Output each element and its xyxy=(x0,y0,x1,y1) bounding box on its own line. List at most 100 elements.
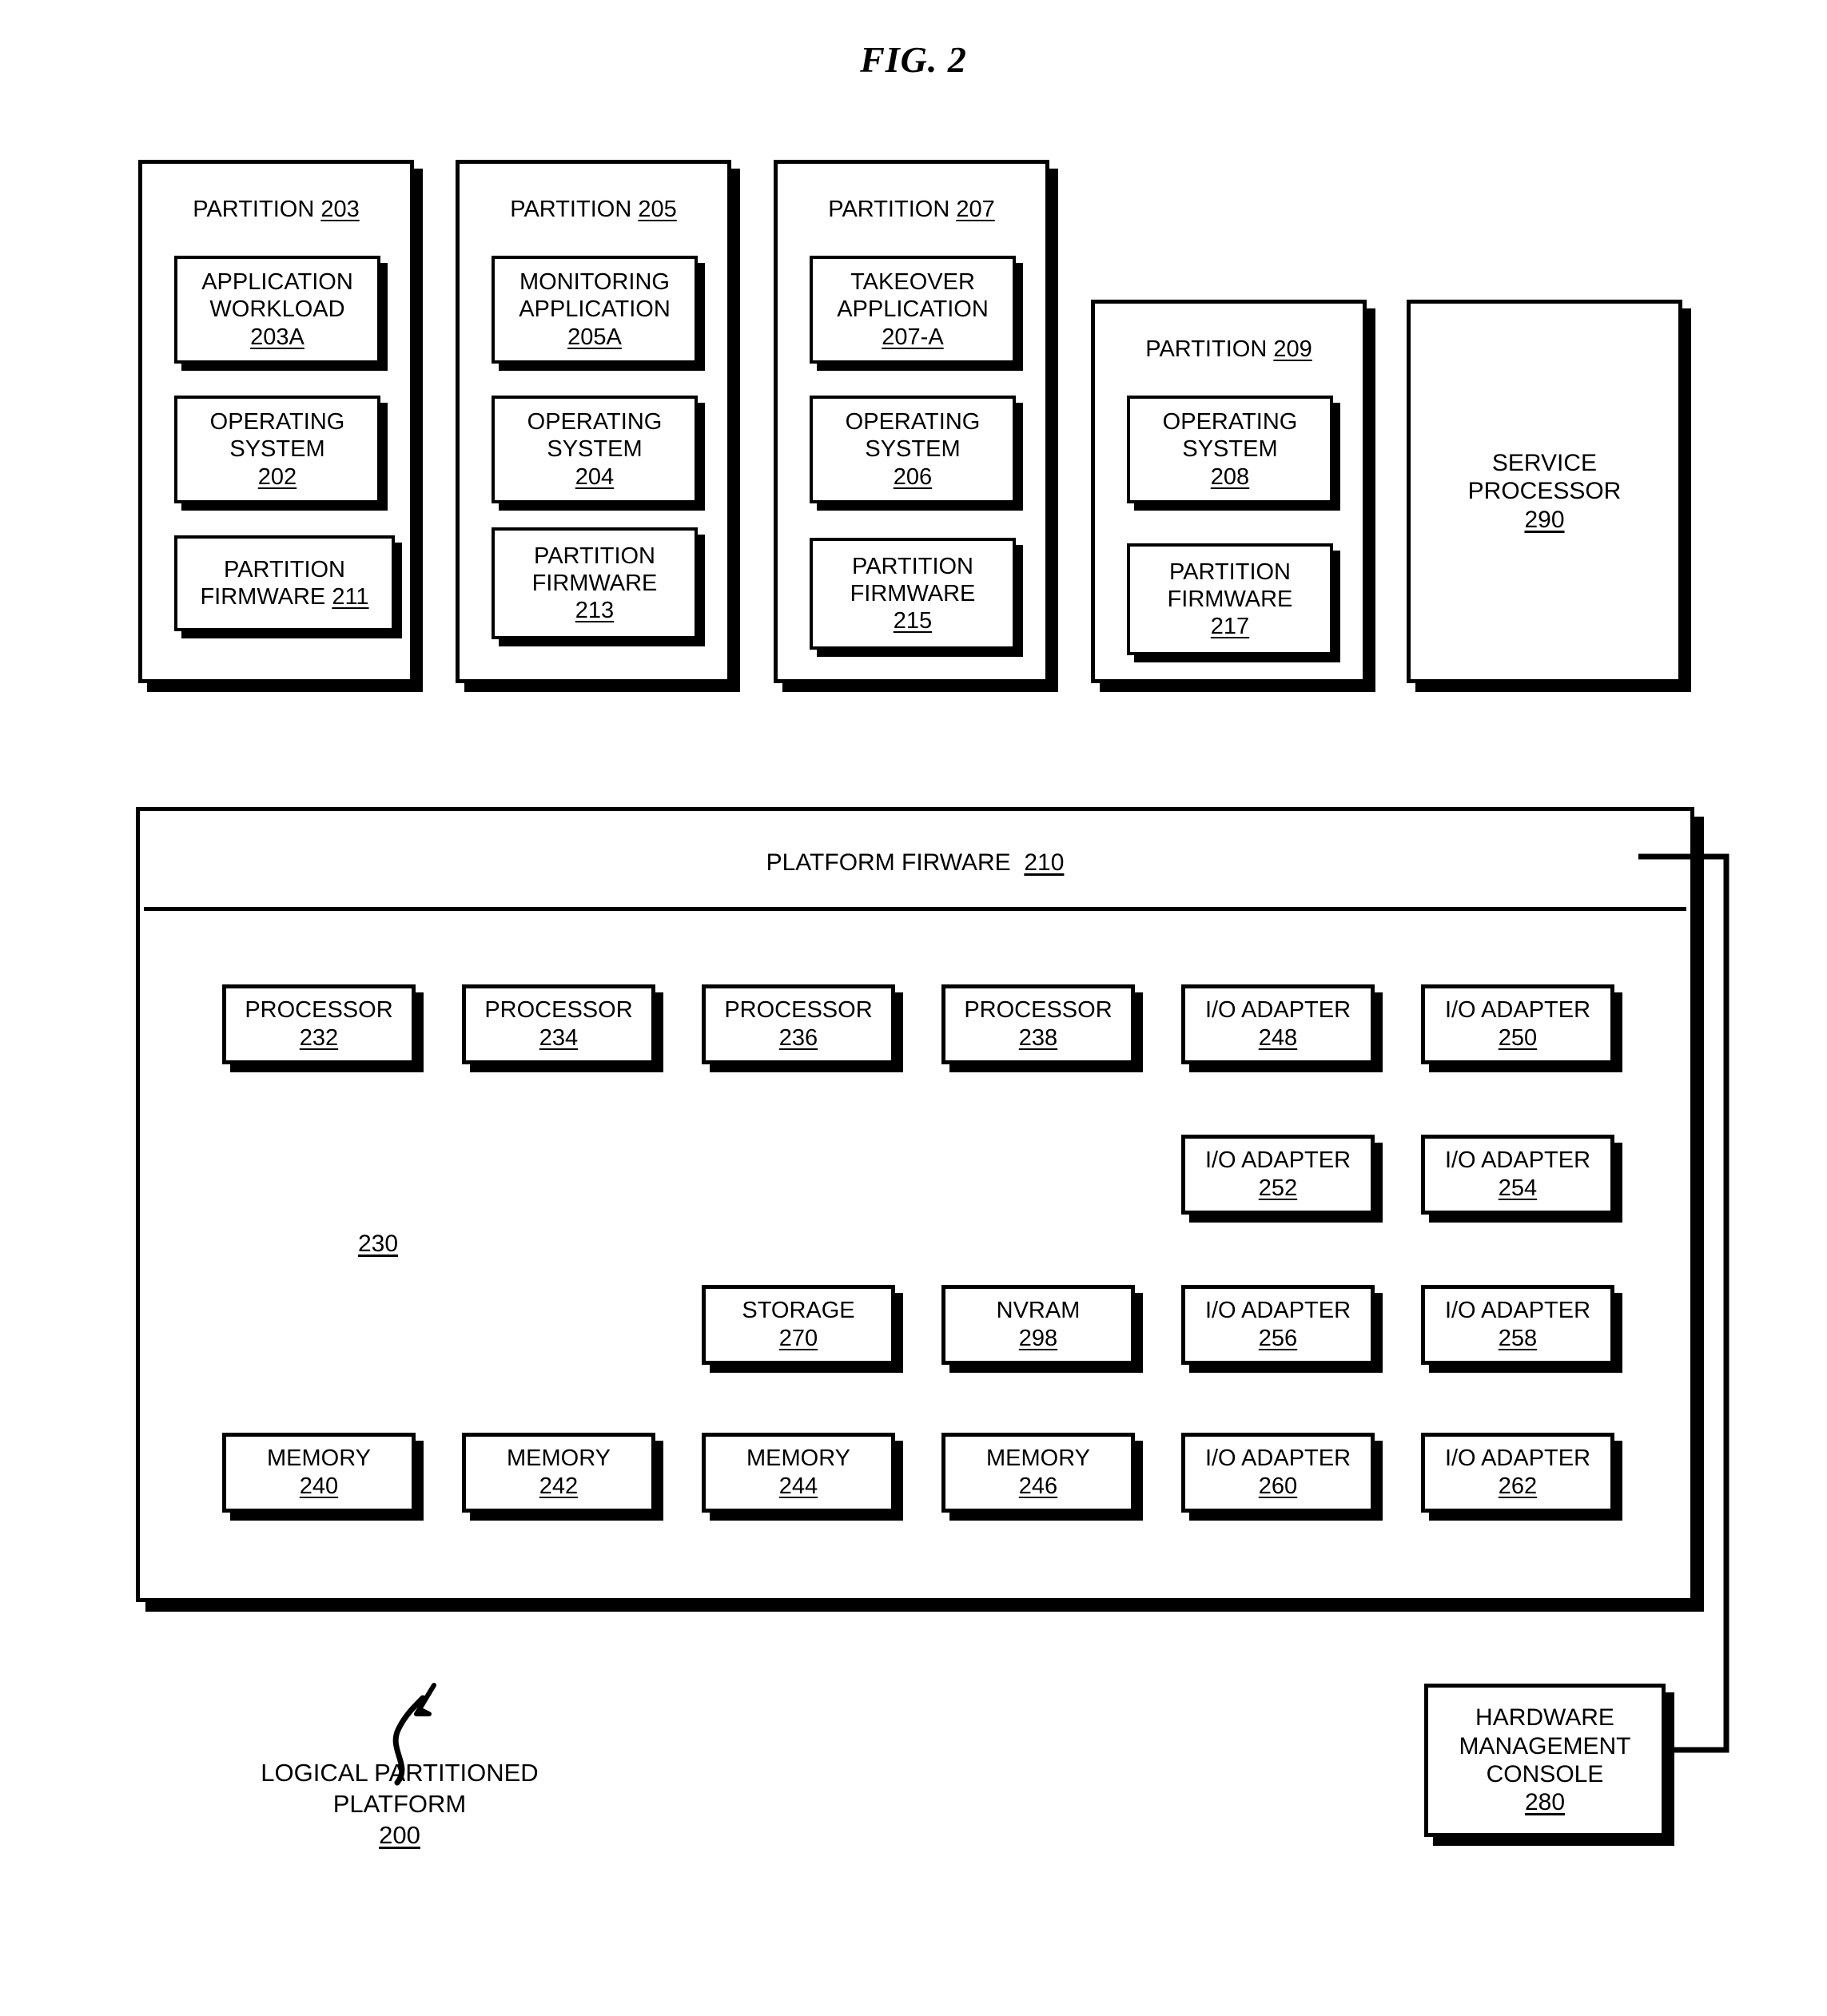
component-ref: 202 xyxy=(257,463,297,490)
partition-209-title-label: PARTITION xyxy=(1145,336,1268,362)
hardware-ref: 236 xyxy=(778,1025,818,1051)
component-line: APPLICATION xyxy=(201,269,353,296)
partition-207-title-ref: 207 xyxy=(956,197,995,222)
hardware-io-adapter-258: I/O ADAPTER 258 xyxy=(1421,1285,1614,1365)
hardware-label: I/O ADAPTER xyxy=(1204,1147,1351,1174)
component-line: WORKLOAD xyxy=(209,296,345,323)
hardware-label: I/O ADAPTER xyxy=(1204,1298,1351,1324)
hardware-label: MEMORY xyxy=(746,1445,850,1472)
hardware-memory-244: MEMORY 244 xyxy=(702,1433,895,1513)
hardware-pool-ref-230: 230 xyxy=(358,1231,399,1257)
hardware-label: MEMORY xyxy=(986,1445,1090,1472)
hmc-line: MANAGEMENT xyxy=(1459,1732,1631,1760)
hardware-memory-246: MEMORY 246 xyxy=(941,1433,1135,1513)
partition-209-title: PARTITION 209 xyxy=(1095,336,1363,363)
caption-ref: 200 xyxy=(379,1820,420,1849)
service-processor-line: SERVICE xyxy=(1491,449,1598,476)
component-line: APPLICATION xyxy=(837,296,989,323)
component-operating-system-204: OPERATING SYSTEM 204 xyxy=(492,396,698,503)
hardware-io-adapter-254: I/O ADAPTER 254 xyxy=(1421,1135,1614,1215)
hardware-label: MEMORY xyxy=(267,1445,371,1472)
partition-203-title-ref: 203 xyxy=(320,197,360,222)
component-line: TAKEOVER xyxy=(850,269,975,296)
hardware-ref: 234 xyxy=(539,1025,579,1051)
component-partition-firmware-215: PARTITION FIRMWARE 215 xyxy=(810,538,1016,650)
hardware-label: PROCESSOR xyxy=(724,997,873,1024)
component-partition-firmware-217: PARTITION FIRMWARE 217 xyxy=(1127,543,1333,655)
component-ref: 211 xyxy=(332,584,369,610)
partition-207-title: PARTITION 207 xyxy=(778,196,1045,223)
component-line: SYSTEM xyxy=(865,436,961,463)
hardware-ref: 254 xyxy=(1498,1175,1538,1201)
figure-title: FIG. 2 xyxy=(860,39,967,80)
caption-line: PLATFORM xyxy=(332,1789,467,1818)
partition-205-title: PARTITION 205 xyxy=(460,196,727,223)
component-line-with-ref: FIRMWARE 211 xyxy=(200,583,368,610)
hardware-processor-234: PROCESSOR 234 xyxy=(462,984,655,1064)
hardware-ref: 250 xyxy=(1498,1025,1538,1051)
partition-207-title-label: PARTITION xyxy=(828,197,950,222)
hardware-processor-232: PROCESSOR 232 xyxy=(222,984,416,1064)
hardware-processor-238: PROCESSOR 238 xyxy=(941,984,1135,1064)
component-line: PARTITION xyxy=(224,556,345,583)
platform-firmware-title-label: PLATFORM FIRWARE xyxy=(766,849,1011,876)
component-line: PARTITION xyxy=(852,553,973,579)
hardware-storage-270: STORAGE 270 xyxy=(702,1285,895,1365)
partition-205-title-label: PARTITION xyxy=(510,197,632,222)
component-line: PARTITION xyxy=(1169,559,1291,585)
hardware-label: I/O ADAPTER xyxy=(1444,1298,1591,1324)
hardware-label: PROCESSOR xyxy=(484,997,633,1024)
hardware-label: I/O ADAPTER xyxy=(1444,1445,1591,1472)
hardware-label: I/O ADAPTER xyxy=(1204,1445,1351,1472)
component-line: FIRMWARE xyxy=(850,580,976,606)
partition-209: PARTITION 209 OPERATING SYSTEM 208 PARTI… xyxy=(1091,300,1367,683)
hardware-ref: 248 xyxy=(1258,1025,1298,1051)
component-line: SYSTEM xyxy=(229,436,325,463)
hardware-ref: 252 xyxy=(1258,1175,1298,1201)
component-ref: 215 xyxy=(893,608,933,634)
partition-203: PARTITION 203 APPLICATION WORKLOAD 203A … xyxy=(138,160,414,683)
component-partition-firmware-211: PARTITION FIRMWARE 211 xyxy=(174,535,395,631)
component-line: OPERATING xyxy=(1162,409,1298,435)
platform-firmware-title-ref: 210 xyxy=(1024,849,1065,876)
hardware-label: STORAGE xyxy=(742,1298,855,1324)
hardware-ref: 244 xyxy=(778,1473,818,1499)
hmc-connector-line xyxy=(1638,853,1729,1753)
component-ref: 203A xyxy=(250,324,304,350)
service-processor-290: SERVICE PROCESSOR 290 xyxy=(1407,300,1682,683)
component-operating-system-206: OPERATING SYSTEM 206 xyxy=(810,396,1016,503)
partition-203-title: PARTITION 203 xyxy=(142,196,410,223)
component-line: FIRMWARE xyxy=(1167,586,1293,612)
partition-203-title-label: PARTITION xyxy=(193,197,315,222)
component-operating-system-208: OPERATING SYSTEM 208 xyxy=(1127,396,1333,503)
hardware-ref: 232 xyxy=(299,1025,339,1051)
hardware-ref: 240 xyxy=(299,1473,339,1499)
hardware-ref: 246 xyxy=(1018,1473,1058,1499)
partition-209-title-ref: 209 xyxy=(1273,336,1312,362)
partition-207: PARTITION 207 TAKEOVER APPLICATION 207-A… xyxy=(774,160,1049,683)
component-line: OPERATING xyxy=(209,409,345,435)
service-processor-ref: 290 xyxy=(1524,506,1565,533)
figure-caption: LOGICAL PARTITIONED PLATFORM 200 xyxy=(240,1758,559,1851)
hardware-label: PROCESSOR xyxy=(245,997,393,1024)
component-ref: 208 xyxy=(1210,463,1250,490)
partition-205-title-ref: 205 xyxy=(638,197,677,222)
component-ref: 217 xyxy=(1210,614,1250,640)
component-monitoring-application-205a: MONITORING APPLICATION 205A xyxy=(492,256,698,364)
hardware-processor-236: PROCESSOR 236 xyxy=(702,984,895,1064)
component-line: OPERATING xyxy=(845,409,981,435)
hardware-label: I/O ADAPTER xyxy=(1444,1147,1591,1174)
hardware-io-adapter-256: I/O ADAPTER 256 xyxy=(1181,1285,1375,1365)
hardware-io-adapter-250: I/O ADAPTER 250 xyxy=(1421,984,1614,1064)
hardware-management-console-280: HARDWARE MANAGEMENT CONSOLE 280 xyxy=(1424,1684,1666,1837)
caption-line: LOGICAL PARTITIONED xyxy=(261,1759,539,1787)
service-processor-line: PROCESSOR xyxy=(1467,478,1622,505)
component-line: FIRMWARE xyxy=(531,570,658,596)
hardware-ref: 260 xyxy=(1258,1473,1298,1499)
hardware-nvram-298: NVRAM 298 xyxy=(941,1285,1135,1365)
hmc-line: CONSOLE xyxy=(1486,1761,1604,1787)
hardware-ref: 242 xyxy=(539,1473,579,1499)
hardware-ref: 256 xyxy=(1258,1326,1298,1351)
partition-205: PARTITION 205 MONITORING APPLICATION 205… xyxy=(456,160,731,683)
component-line: OPERATING xyxy=(527,409,663,435)
